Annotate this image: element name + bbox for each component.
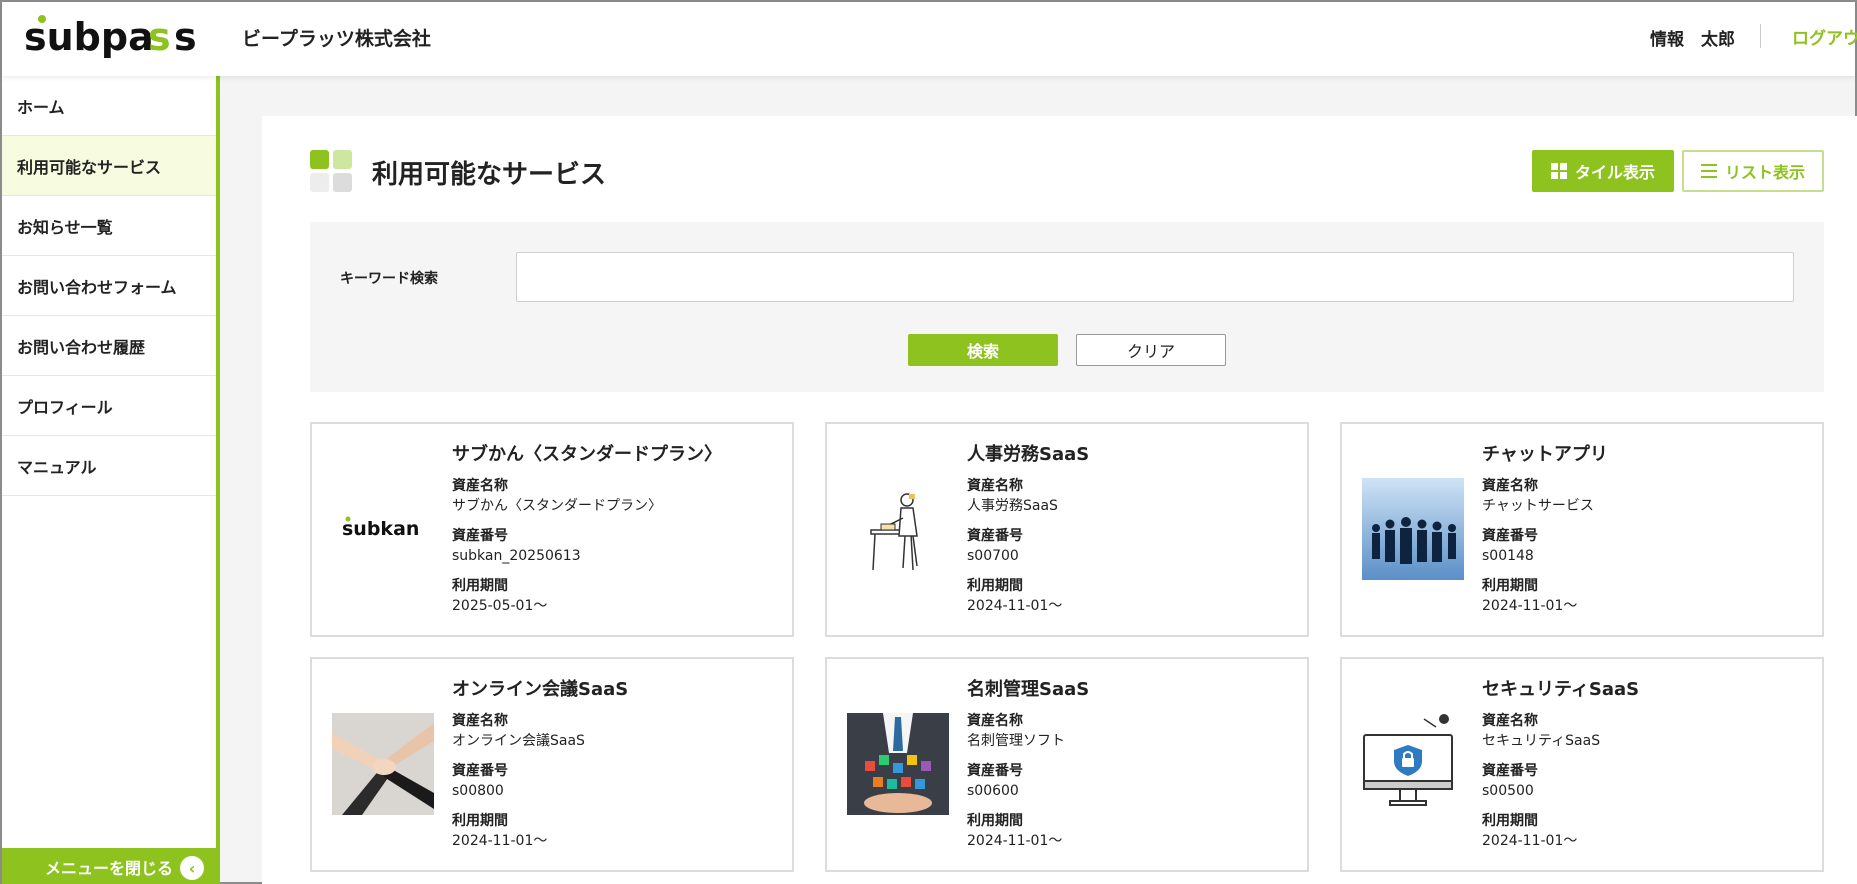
page-title: 利用可能なサービス	[372, 160, 607, 190]
service-card[interactable]: 名刺管理SaaS 資産名称 名刺管理ソフト 資産番号 s00600 利用期間 2…	[825, 657, 1309, 872]
sidebar-item-home[interactable]: ホーム	[2, 76, 216, 136]
svg-text:s: s	[174, 15, 197, 58]
asset-name-label: 資産名称	[452, 713, 508, 729]
header-divider	[1760, 24, 1761, 48]
company-name: ビープラッツ株式会社	[242, 28, 431, 50]
close-menu-label: メニューを閉じる	[44, 859, 173, 878]
asset-number-value: s00148	[1482, 548, 1534, 564]
asset-number-label: 資産番号	[967, 763, 1023, 779]
period-value: 2024-11-01～	[452, 833, 548, 849]
sidebar: ホーム 利用可能なサービス お知らせ一覧 お問い合わせフォーム お問い合わせ履歴…	[2, 76, 220, 884]
service-card[interactable]: subkan サブかん〈スタンダードプラン〉 資産名称 サブかん〈スタンダードプ…	[310, 422, 794, 637]
person-at-desk-thumb	[847, 478, 949, 580]
list-lines-icon	[1700, 164, 1717, 178]
keyword-search-input[interactable]	[516, 252, 1794, 302]
tile-view-button[interactable]: タイル表示	[1532, 150, 1674, 192]
subpass-logo[interactable]: subpa s s	[24, 14, 214, 58]
svg-text:s: s	[148, 15, 171, 58]
asset-number-label: 資産番号	[452, 763, 508, 779]
period-label: 利用期間	[452, 813, 508, 829]
card-title[interactable]: 人事労務SaaS	[967, 440, 1297, 466]
card-title[interactable]: オンライン会議SaaS	[452, 675, 782, 701]
period-label: 利用期間	[452, 578, 508, 594]
asset-number-label: 資産番号	[1482, 763, 1538, 779]
search-panel: キーワード検索 検索 クリア	[310, 222, 1824, 392]
tile-grid-icon	[1550, 163, 1567, 179]
asset-name-value: チャットサービス	[1482, 498, 1594, 514]
service-card[interactable]: チャットアプリ 資産名称 チャットサービス 資産番号 s00148 利用期間 2…	[1340, 422, 1824, 637]
asset-number-value: s00600	[967, 783, 1019, 799]
search-button[interactable]: 検索	[908, 334, 1058, 366]
asset-name-value: オンライン会議SaaS	[452, 733, 585, 749]
asset-name-label: 資産名称	[967, 713, 1023, 729]
close-menu-button[interactable]: メニューを閉じる ‹	[2, 848, 216, 884]
asset-name-value: セキュリティSaaS	[1482, 733, 1601, 749]
service-card[interactable]: 人事労務SaaS 資産名称 人事労務SaaS 資産番号 s00700 利用期間 …	[825, 422, 1309, 637]
card-title[interactable]: 名刺管理SaaS	[967, 675, 1297, 701]
service-card[interactable]: オンライン会議SaaS 資産名称 オンライン会議SaaS 資産番号 s00800…	[310, 657, 794, 872]
asset-name-label: 資産名称	[967, 478, 1023, 494]
period-value: 2025-05-01～	[452, 598, 548, 614]
clear-button[interactable]: クリア	[1076, 334, 1226, 366]
sidebar-item-contact-history[interactable]: お問い合わせ履歴	[2, 316, 216, 376]
chevron-left-icon: ‹	[180, 856, 204, 880]
asset-name-label: 資産名称	[1482, 478, 1538, 494]
stacked-hands-thumb	[332, 713, 434, 815]
keyword-search-label: キーワード検索	[340, 271, 438, 287]
period-value: 2024-11-01～	[1482, 833, 1578, 849]
asset-number-value: subkan_20250613	[452, 548, 581, 564]
business-people-thumb	[1362, 478, 1464, 580]
list-view-button[interactable]: リスト表示	[1682, 150, 1824, 192]
sidebar-item-contact-form[interactable]: お問い合わせフォーム	[2, 256, 216, 316]
period-label: 利用期間	[967, 578, 1023, 594]
svg-text:subkan: subkan	[342, 518, 419, 540]
asset-name-value: サブかん〈スタンダードプラン〉	[452, 498, 662, 514]
asset-number-value: s00800	[452, 783, 504, 799]
period-value: 2024-11-01～	[1482, 598, 1578, 614]
service-card[interactable]: セキュリティSaaS 資産名称 セキュリティSaaS 資産番号 s00500 利…	[1340, 657, 1824, 872]
period-value: 2024-11-01～	[967, 598, 1063, 614]
sidebar-item-profile[interactable]: プロフィール	[2, 376, 216, 436]
security-monitor-thumb	[1362, 713, 1464, 815]
subkan-logo-thumb: subkan	[332, 478, 434, 580]
asset-name-value: 名刺管理ソフト	[967, 733, 1065, 749]
asset-name-label: 資産名称	[1482, 713, 1538, 729]
sidebar-item-notices[interactable]: お知らせ一覧	[2, 196, 216, 256]
asset-name-label: 資産名称	[452, 478, 508, 494]
asset-number-value: s00700	[967, 548, 1019, 564]
logout-link[interactable]: ログアウ	[1792, 24, 1857, 49]
services-grid-icon	[310, 150, 354, 194]
main-panel: 利用可能なサービス タイル表示 リスト表示 キーワード検索 検索 クリア sub…	[262, 116, 1857, 884]
list-view-label: リスト表示	[1724, 163, 1805, 182]
user-name[interactable]: 情報 太郎	[1650, 25, 1735, 50]
period-label: 利用期間	[967, 813, 1023, 829]
period-label: 利用期間	[1482, 813, 1538, 829]
asset-number-label: 資産番号	[967, 528, 1023, 544]
asset-number-label: 資産番号	[1482, 528, 1538, 544]
asset-name-value: 人事労務SaaS	[967, 498, 1058, 514]
card-title[interactable]: セキュリティSaaS	[1482, 675, 1812, 701]
asset-number-value: s00500	[1482, 783, 1534, 799]
businessman-apps-thumb	[847, 713, 949, 815]
card-title[interactable]: チャットアプリ	[1482, 440, 1812, 466]
period-label: 利用期間	[1482, 578, 1538, 594]
card-title[interactable]: サブかん〈スタンダードプラン〉	[452, 440, 782, 466]
asset-number-label: 資産番号	[452, 528, 508, 544]
tile-view-label: タイル表示	[1574, 163, 1655, 182]
period-value: 2024-11-01～	[967, 833, 1063, 849]
sidebar-item-available-services[interactable]: 利用可能なサービス	[2, 136, 216, 196]
app-header: subpa s s ビープラッツ株式会社 情報 太郎 ログアウ	[2, 2, 1857, 76]
sidebar-item-manual[interactable]: マニュアル	[2, 436, 216, 496]
